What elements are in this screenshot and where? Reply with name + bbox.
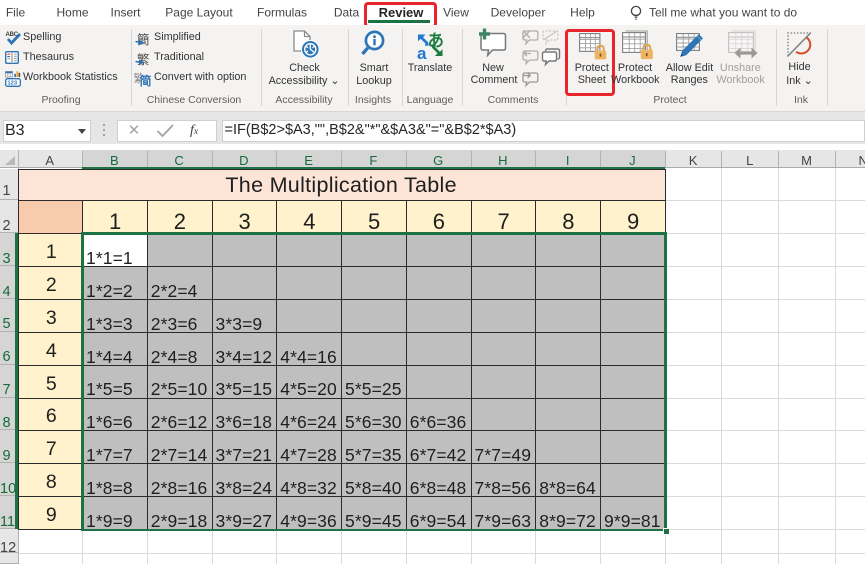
svg-text:あ: あ xyxy=(428,31,445,50)
svg-text:123: 123 xyxy=(7,80,17,86)
svg-text:a: a xyxy=(417,44,427,63)
